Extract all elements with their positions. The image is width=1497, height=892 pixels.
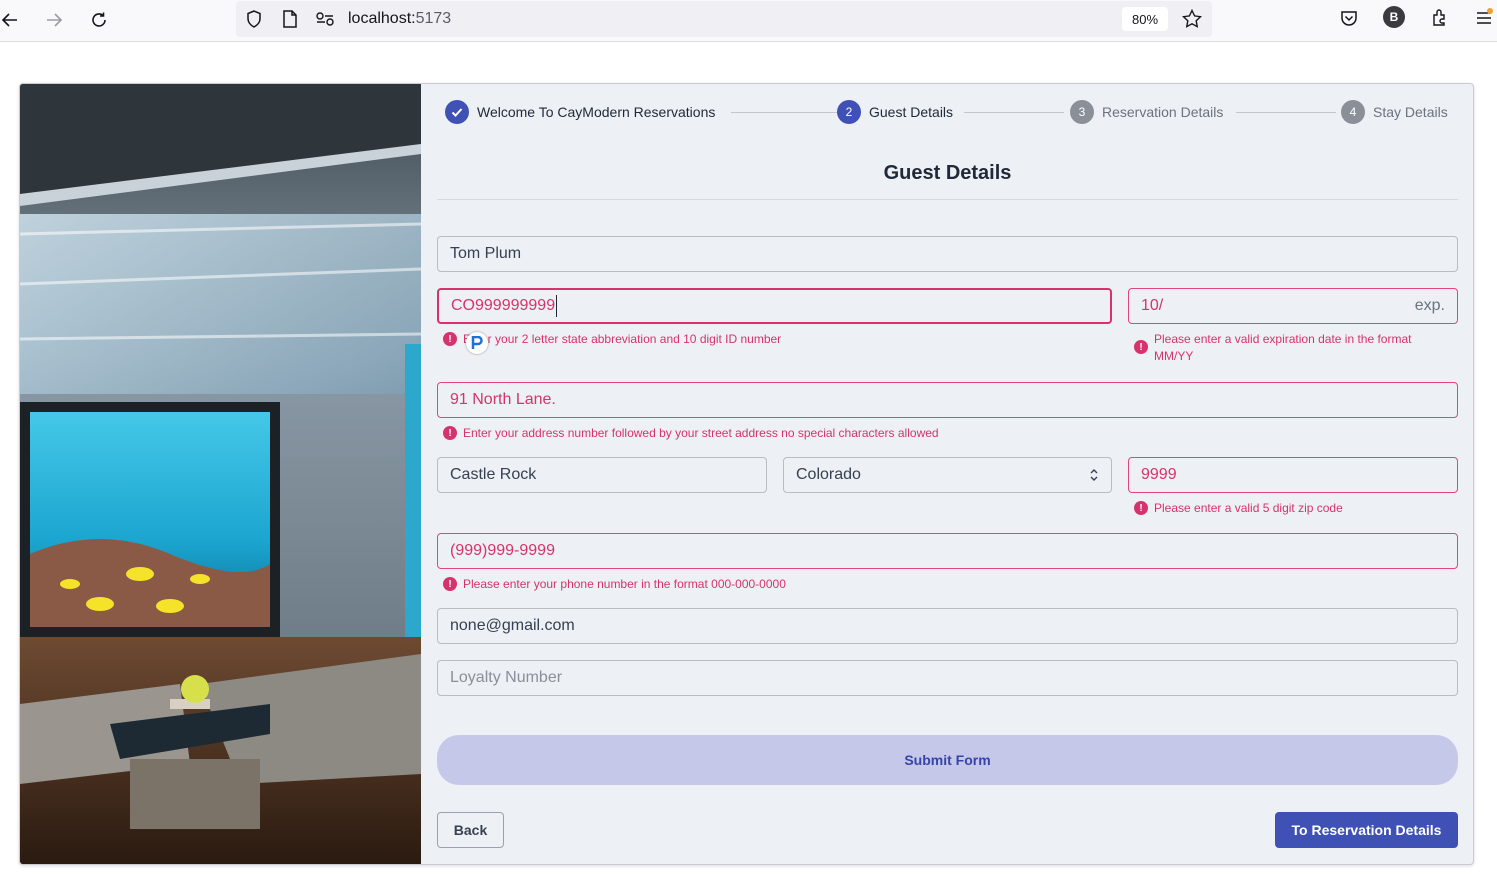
permissions-icon[interactable] bbox=[314, 9, 336, 29]
error-icon: ! bbox=[1134, 340, 1148, 354]
address-error: ! Enter your address number followed by … bbox=[443, 425, 1443, 442]
form-title: Guest Details bbox=[883, 162, 1012, 184]
menu-icon[interactable] bbox=[1473, 6, 1495, 28]
browser-toolbar: localhost:5173 80% B bbox=[0, 0, 1497, 42]
guest-details-form: Welcome To CayModern Reservations 2 Gues… bbox=[421, 84, 1473, 864]
extensions-icon[interactable] bbox=[1429, 6, 1451, 28]
id-number-error: ! Enter your 2 letter state abbreviation… bbox=[443, 331, 1103, 348]
expiration-input[interactable]: 10/ exp. bbox=[1128, 288, 1458, 324]
step-connector bbox=[964, 112, 1064, 113]
url-port: 5173 bbox=[415, 10, 452, 27]
back-arrow-icon[interactable] bbox=[0, 4, 26, 36]
step-connector bbox=[731, 112, 841, 113]
error-icon: ! bbox=[443, 426, 457, 440]
city-input[interactable]: Castle Rock bbox=[437, 457, 767, 493]
step-connector bbox=[1236, 112, 1336, 113]
back-button[interactable]: Back bbox=[437, 812, 504, 848]
phone-error-text: Please enter your phone number in the fo… bbox=[463, 577, 786, 591]
to-reservation-details-button[interactable]: To Reservation Details bbox=[1275, 812, 1458, 848]
expiration-error-text: Please enter a valid expiration date in … bbox=[1154, 332, 1412, 363]
title-divider bbox=[437, 199, 1458, 200]
checkmark-icon bbox=[445, 100, 469, 124]
forward-arrow-icon[interactable] bbox=[38, 4, 70, 36]
step-guest-details[interactable]: 2 Guest Details bbox=[837, 100, 953, 124]
zip-error: ! Please enter a valid 5 digit zip code bbox=[1134, 500, 1452, 517]
progress-stepper: Welcome To CayModern Reservations 2 Gues… bbox=[445, 100, 1451, 124]
state-select[interactable]: Colorado bbox=[783, 457, 1112, 493]
address-input[interactable]: 91 North Lane. bbox=[437, 382, 1458, 418]
phone-error: ! Please enter your phone number in the … bbox=[443, 576, 1443, 593]
reservation-card: Welcome To CayModern Reservations 2 Gues… bbox=[19, 83, 1474, 865]
select-arrows-icon bbox=[1089, 466, 1099, 489]
address-error-text: Enter your address number followed by yo… bbox=[463, 426, 939, 440]
step-number: 2 bbox=[837, 100, 861, 124]
url-host: localhost: bbox=[348, 10, 416, 27]
step-reservation-details[interactable]: 3 Reservation Details bbox=[1070, 100, 1223, 124]
bookmark-star-icon[interactable] bbox=[1181, 8, 1203, 30]
phone-input[interactable]: (999)999-9999 bbox=[437, 533, 1458, 569]
id-number-error-text: Enter your 2 letter state abbreviation a… bbox=[463, 332, 782, 346]
account-avatar[interactable]: B bbox=[1383, 6, 1405, 28]
step-number: 4 bbox=[1341, 100, 1365, 124]
text-cursor bbox=[556, 295, 558, 317]
submit-form-button[interactable]: Submit Form bbox=[437, 735, 1458, 785]
zoom-level-badge[interactable]: 80% bbox=[1122, 7, 1168, 31]
id-number-input[interactable]: CO999999999 bbox=[437, 288, 1112, 324]
error-icon: ! bbox=[443, 332, 457, 346]
autofill-extension-icon[interactable] bbox=[466, 332, 488, 354]
zip-input[interactable]: 9999 bbox=[1128, 457, 1458, 493]
step-label: Guest Details bbox=[869, 104, 954, 120]
expiration-value: 10/ bbox=[1141, 297, 1164, 314]
id-number-value: CO999999999 bbox=[451, 297, 556, 314]
error-icon: ! bbox=[1134, 501, 1148, 515]
step-label: Stay Details bbox=[1373, 104, 1448, 120]
step-welcome[interactable]: Welcome To CayModern Reservations bbox=[445, 100, 715, 124]
expiration-error: ! Please enter a valid expiration date i… bbox=[1134, 331, 1452, 365]
step-label: Welcome To CayModern Reservations bbox=[477, 104, 716, 120]
step-stay-details[interactable]: 4 Stay Details bbox=[1341, 100, 1448, 124]
pocket-icon[interactable] bbox=[1338, 7, 1360, 29]
loyalty-number-input[interactable]: Loyalty Number bbox=[437, 660, 1458, 696]
step-number: 3 bbox=[1070, 100, 1094, 124]
url-text: localhost:5173 bbox=[348, 10, 451, 28]
error-icon: ! bbox=[443, 577, 457, 591]
zip-error-text: Please enter a valid 5 digit zip code bbox=[1154, 501, 1343, 515]
address-bar[interactable]: localhost:5173 80% bbox=[236, 1, 1212, 37]
state-value: Colorado bbox=[796, 466, 861, 483]
name-input[interactable]: Tom Plum bbox=[437, 236, 1458, 272]
page-icon[interactable] bbox=[280, 9, 300, 29]
email-input[interactable]: none@gmail.com bbox=[437, 608, 1458, 644]
reload-icon[interactable] bbox=[83, 4, 115, 36]
expiration-suffix: exp. bbox=[1414, 297, 1445, 314]
step-label: Reservation Details bbox=[1102, 104, 1224, 120]
hero-image bbox=[20, 84, 421, 864]
shield-icon[interactable] bbox=[244, 9, 264, 29]
